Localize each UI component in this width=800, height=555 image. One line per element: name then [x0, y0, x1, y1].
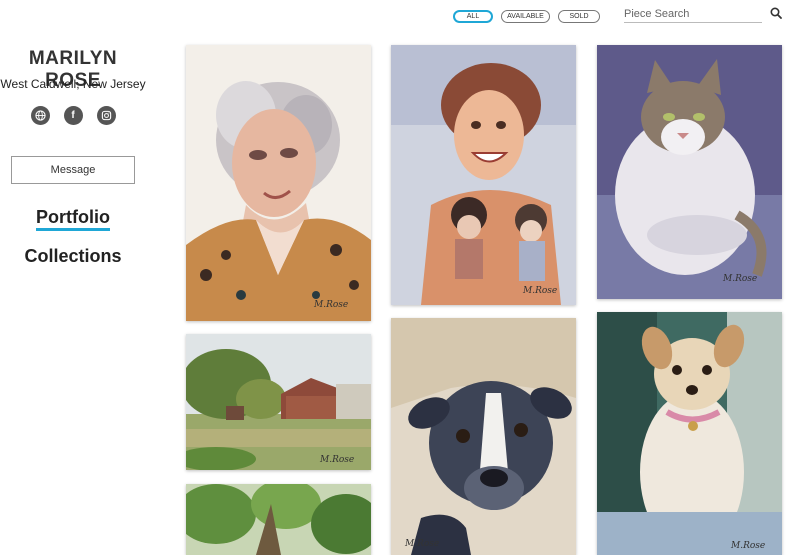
- artwork-image: M.Rose: [186, 334, 371, 470]
- artwork-tile-woman-portrait[interactable]: M.Rose: [186, 45, 371, 321]
- svg-text:M.Rose: M.Rose: [313, 300, 348, 310]
- nav-portfolio[interactable]: Portfolio: [0, 207, 146, 231]
- artwork-tile-barn-landscape[interactable]: M.Rose: [186, 334, 371, 470]
- svg-text:M.Rose: M.Rose: [522, 286, 557, 296]
- filter-available-button[interactable]: AVAILABLE: [501, 10, 550, 23]
- artwork-tile-cat[interactable]: M.Rose: [597, 45, 782, 299]
- social-links: f: [0, 106, 146, 125]
- instagram-icon[interactable]: [96, 106, 116, 125]
- artwork-tile-pitbull[interactable]: M.Rose: [391, 318, 576, 555]
- artwork-image: M.Rose: [597, 45, 782, 299]
- artwork-image: M.Rose: [391, 318, 576, 555]
- artwork-tile-girl-with-dolls[interactable]: M.Rose: [391, 45, 576, 305]
- artist-location: West Caldwell, New Jersey: [0, 77, 146, 91]
- search-icon[interactable]: [770, 7, 782, 19]
- svg-text:M.Rose: M.Rose: [722, 274, 757, 284]
- sidebar: MARILYN ROSE West Caldwell, New Jersey f…: [0, 0, 150, 555]
- filter-all-button[interactable]: ALL: [453, 10, 493, 23]
- facebook-icon[interactable]: f: [63, 106, 83, 125]
- globe-icon[interactable]: [30, 106, 50, 125]
- availability-filters: ALL AVAILABLE SOLD: [453, 10, 600, 23]
- artwork-image: M.Rose: [597, 312, 782, 555]
- artwork-image: [186, 484, 371, 555]
- nav-portfolio-label[interactable]: Portfolio: [36, 207, 110, 231]
- search-input[interactable]: [624, 6, 762, 23]
- nav-collections[interactable]: Collections: [0, 246, 146, 267]
- svg-text:M.Rose: M.Rose: [730, 541, 765, 551]
- filter-sold-button[interactable]: SOLD: [558, 10, 600, 23]
- message-button[interactable]: Message: [11, 156, 135, 184]
- svg-text:M.Rose: M.Rose: [404, 539, 439, 549]
- svg-text:M.Rose: M.Rose: [319, 455, 354, 465]
- artwork-image: M.Rose: [391, 45, 576, 305]
- artwork-tile-small-dog[interactable]: M.Rose: [597, 312, 782, 555]
- artwork-tile-foliage[interactable]: [186, 484, 371, 555]
- artwork-image: M.Rose: [186, 45, 371, 321]
